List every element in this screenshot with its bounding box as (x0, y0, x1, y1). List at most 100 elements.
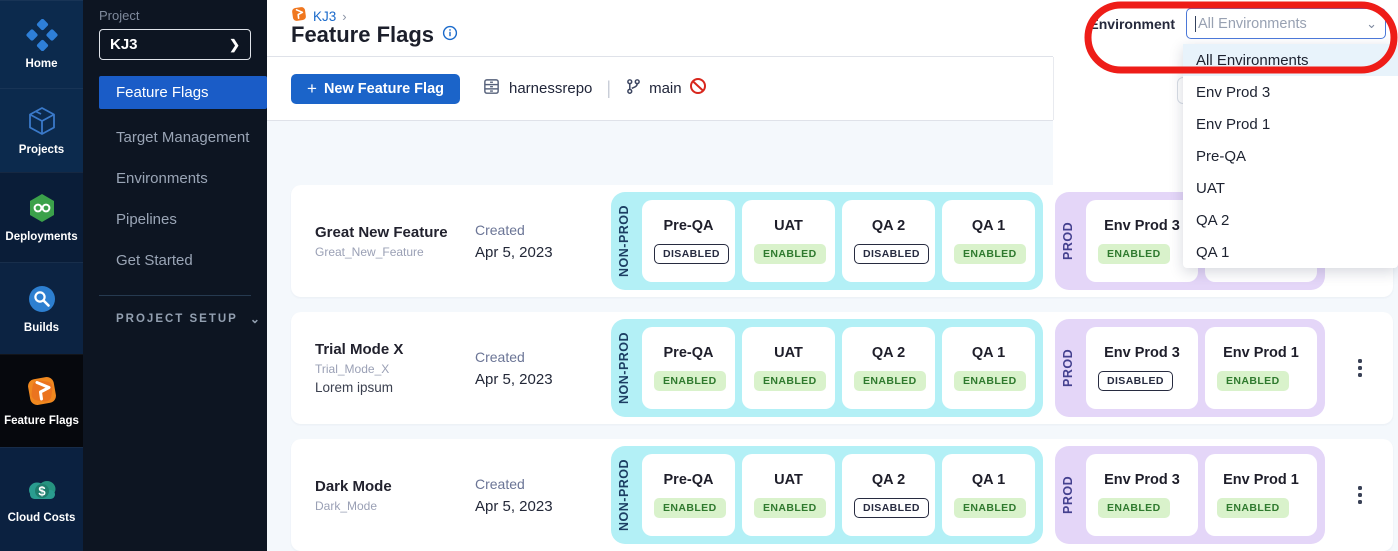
dropdown-option-env-prod-1[interactable]: Env Prod 1 (1183, 108, 1398, 140)
dropdown-option-env-prod-3[interactable]: Env Prod 3 (1183, 76, 1398, 108)
environment-card-env-prod-3[interactable]: Env Prod 3DISABLED (1086, 327, 1198, 409)
environment-card-uat[interactable]: UATENABLED (742, 200, 835, 282)
main-content: KJ3 › Feature Flags + New Feature Flag h… (267, 0, 1398, 551)
deployments-icon (26, 192, 58, 224)
sidebar-item-feature-flags[interactable]: Feature Flags (99, 76, 267, 109)
environment-card-qa-2[interactable]: QA 2DISABLED (842, 200, 935, 282)
environment-name: UAT (750, 218, 827, 234)
sidebar-item-pipelines[interactable]: Pipelines (83, 199, 267, 240)
project-selector[interactable]: KJ3 ❯ (99, 29, 251, 60)
status-badge: ENABLED (654, 498, 726, 518)
info-icon[interactable] (442, 25, 458, 46)
rail-item-cloud-costs[interactable]: $Cloud Costs (0, 447, 83, 551)
flag-name-column: Dark ModeDark_Mode (315, 478, 451, 513)
environment-card-uat[interactable]: UATENABLED (742, 454, 835, 536)
sidebar-item-target-management[interactable]: Target Management (83, 117, 267, 158)
flags-toolbar: + New Feature Flag harnessrepo | main (267, 57, 1053, 120)
branch-selector[interactable]: main (625, 77, 707, 100)
git-branch-icon (625, 78, 642, 100)
rail-item-label: Home (26, 58, 58, 71)
environment-card-pre-qa[interactable]: Pre-QAENABLED (642, 454, 735, 536)
rail-item-projects[interactable]: Projects (0, 88, 83, 172)
repo-name: harnessrepo (509, 80, 592, 97)
feature-flags-icon (25, 374, 59, 408)
environment-dropdown: All EnvironmentsEnv Prod 3Env Prod 1Pre-… (1183, 44, 1398, 268)
projects-cube-icon (26, 105, 58, 137)
status-badge: DISABLED (1098, 371, 1173, 391)
environment-card-uat[interactable]: UATENABLED (742, 327, 835, 409)
status-badge: DISABLED (854, 498, 929, 518)
flag-row-dark_mode[interactable]: Dark ModeDark_ModeCreatedApr 5, 2023NON-… (291, 439, 1393, 551)
flag-name: Trial Mode X (315, 341, 451, 358)
environment-name: UAT (750, 345, 827, 361)
status-badge: ENABLED (754, 498, 826, 518)
flag-row-trial_mode_x[interactable]: Trial Mode XTrial_Mode_XLorem ipsumCreat… (291, 312, 1393, 424)
environment-name: QA 2 (850, 345, 927, 361)
dropdown-option-qa-1[interactable]: QA 1 (1183, 236, 1398, 268)
rail-item-home[interactable]: Home (0, 0, 83, 88)
environment-card-pre-qa[interactable]: Pre-QAENABLED (642, 327, 735, 409)
environment-card-env-prod-3[interactable]: Env Prod 3ENABLED (1086, 454, 1198, 536)
rail-item-label: Builds (24, 322, 59, 335)
environment-card-env-prod-1[interactable]: Env Prod 1ENABLED (1205, 327, 1317, 409)
created-label: Created (475, 476, 611, 492)
environment-name: QA 1 (950, 218, 1027, 234)
environment-card-qa-1[interactable]: QA 1ENABLED (942, 327, 1035, 409)
project-setup-toggle[interactable]: PROJECT SETUP ⌄ (83, 312, 267, 326)
rail-item-label: Deployments (5, 231, 77, 244)
environment-card-qa-2[interactable]: QA 2 DISABLED (842, 454, 935, 536)
flag-name-column: Great New Feature Great_New_Feature (315, 224, 451, 259)
status-badge: ENABLED (954, 244, 1026, 264)
environment-name: QA 1 (950, 472, 1027, 488)
environment-name: QA 2 (850, 472, 927, 488)
page-title: Feature Flags (291, 22, 434, 48)
repo-selector[interactable]: harnessrepo (482, 77, 592, 101)
flag-identifier: Great_New_Feature (315, 245, 451, 259)
row-menu-kebab-icon[interactable] (1345, 475, 1375, 515)
rail-item-feature-flags[interactable]: Feature Flags (0, 354, 83, 447)
environment-card-qa-1[interactable]: QA 1 ENABLED (942, 200, 1035, 282)
new-feature-flag-button[interactable]: + New Feature Flag (291, 74, 460, 104)
nonprod-section: NON-PROD Pre-QAENABLEDUATENABLED QA 2 ENABL… (611, 319, 1043, 417)
dropdown-option-all-environments[interactable]: All Environments (1183, 44, 1398, 76)
module-rail: Home Projects Deployments Builds Feature Fla… (0, 0, 83, 551)
nonprod-label: NON-PROD (613, 327, 635, 409)
status-badge: DISABLED (654, 244, 729, 264)
row-menu-kebab-icon[interactable] (1345, 348, 1375, 388)
cloud-costs-icon: $ (25, 475, 59, 505)
rail-item-label: Feature Flags (4, 415, 79, 428)
environment-card-env-prod-3[interactable]: Env Prod 3ENABLED (1086, 200, 1198, 282)
nonprod-section: NON-PRODPre-QAENABLEDUATENABLEDQA 2DISAB… (611, 446, 1043, 544)
flag-created-column: CreatedApr 5, 2023 (475, 476, 611, 515)
flag-name-column: Trial Mode XTrial_Mode_XLorem ipsum (315, 341, 451, 395)
environment-card-pre-qa[interactable]: Pre-QADISABLED (642, 200, 735, 282)
flag-name: Dark Mode (315, 478, 451, 495)
status-badge: ENABLED (854, 371, 926, 391)
sidebar-item-get-started[interactable]: Get Started (83, 240, 267, 281)
dropdown-option-qa-2[interactable]: QA 2 (1183, 204, 1398, 236)
chevron-down-icon: ⌄ (250, 312, 260, 326)
panel-backdrop-edge (1053, 57, 1054, 120)
status-badge: ENABLED (1098, 244, 1170, 264)
status-badge: DISABLED (854, 244, 929, 264)
flag-created-column: CreatedApr 5, 2023 (475, 222, 611, 261)
dropdown-option-uat[interactable]: UAT (1183, 172, 1398, 204)
created-label: Created (475, 222, 611, 238)
environment-select[interactable]: All Environments ⌄ (1186, 8, 1386, 39)
svg-text:$: $ (38, 483, 46, 498)
prod-label: PROD (1057, 200, 1079, 282)
prod-section: PROD Env Prod 3DISABLEDEnv Prod 1ENABLED (1055, 319, 1325, 417)
environment-card-env-prod-1[interactable]: Env Prod 1ENABLED (1205, 454, 1317, 536)
dropdown-option-pre-qa[interactable]: Pre-QA (1183, 140, 1398, 172)
flag-name: Great New Feature (315, 224, 451, 241)
environment-card-qa-2[interactable]: QA 2 ENABLED (842, 327, 935, 409)
builds-icon (26, 283, 58, 315)
page-title-row: Feature Flags (291, 22, 458, 48)
prod-label: PROD (1057, 327, 1079, 409)
rail-item-builds[interactable]: Builds (0, 262, 83, 354)
environment-card-qa-1[interactable]: QA 1ENABLED (942, 454, 1035, 536)
rail-item-label: Projects (19, 144, 64, 157)
sidebar-item-environments[interactable]: Environments (83, 158, 267, 199)
project-setup-label: PROJECT SETUP (116, 313, 238, 325)
rail-item-deployments[interactable]: Deployments (0, 172, 83, 262)
